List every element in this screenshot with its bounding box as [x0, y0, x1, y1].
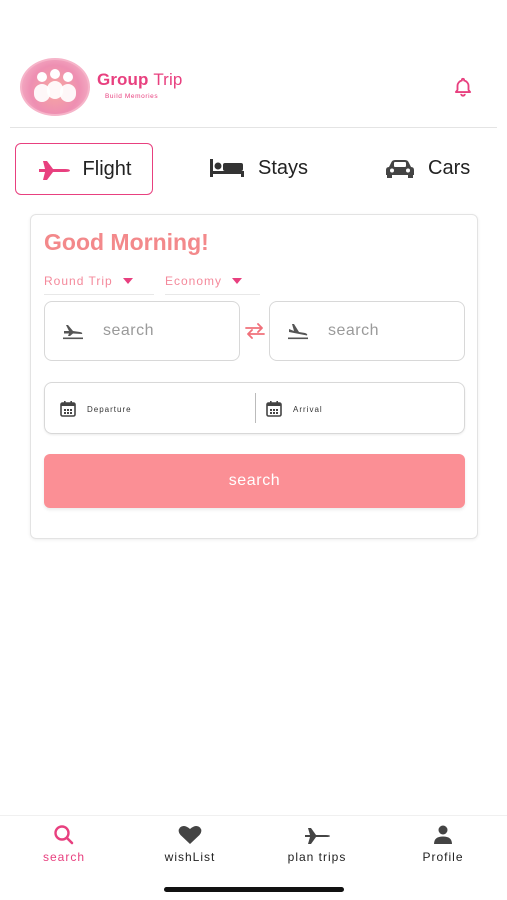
date-range-picker: Departure Arrival	[44, 382, 465, 434]
app-header: Group Trip Build Memories	[0, 0, 507, 128]
calendar-icon	[60, 401, 76, 417]
nav-item-profile[interactable]: Profile	[393, 824, 493, 864]
nav-profile-label: Profile	[422, 850, 464, 864]
tab-cars[interactable]: Cars	[384, 143, 470, 193]
tab-stays-label: Stays	[258, 156, 309, 179]
flight-landing-icon	[288, 324, 308, 340]
nav-item-plan-trips[interactable]: plan trips	[267, 824, 367, 864]
tab-flight-label: Flight	[82, 157, 132, 180]
bed-icon	[210, 159, 244, 177]
flight-search-card: Good Morning! Round Trip Economy search …	[30, 214, 478, 539]
airplane-icon	[38, 161, 70, 180]
nav-search-label: search	[42, 850, 86, 864]
tab-flight[interactable]: Flight	[15, 143, 153, 195]
tab-cars-label: Cars	[428, 156, 471, 179]
brand-title-light: Trip	[153, 70, 183, 89]
origin-input[interactable]: search	[44, 301, 240, 361]
calendar-icon	[266, 401, 282, 417]
departure-label: Departure	[87, 404, 132, 414]
greeting-text: Good Morning!	[44, 229, 209, 255]
brand-name: Group Trip Build Memories	[97, 70, 183, 100]
person-icon	[434, 825, 452, 844]
arrival-date-field[interactable]: Arrival	[265, 383, 460, 435]
logo-icon	[20, 58, 90, 116]
cabin-class-dropdown[interactable]: Economy	[165, 268, 260, 295]
nav-wishlist-label: wishList	[164, 850, 216, 864]
chevron-down-icon	[122, 278, 133, 284]
brand-tagline: Build Memories	[105, 93, 159, 100]
swap-arrows-icon[interactable]	[243, 321, 267, 341]
arrival-label: Arrival	[293, 404, 323, 414]
airplane-icon	[305, 828, 330, 844]
nav-plan-trips-label: plan trips	[287, 850, 347, 864]
notification-bell-icon[interactable]	[452, 76, 474, 98]
brand-title-bold: Group	[97, 70, 149, 89]
trip-type-dropdown[interactable]: Round Trip	[44, 268, 154, 295]
tab-stays[interactable]: Stays	[208, 143, 308, 193]
flight-departure-icon	[63, 325, 83, 340]
chevron-down-icon	[232, 278, 243, 284]
nav-item-wishlist[interactable]: wishList	[140, 824, 240, 864]
header-divider	[10, 127, 497, 128]
search-button[interactable]: search	[44, 454, 465, 508]
home-indicator[interactable]	[164, 887, 344, 892]
departure-date-field[interactable]: Departure	[59, 383, 259, 435]
search-icon	[54, 825, 74, 845]
nav-item-search[interactable]: search	[14, 824, 114, 864]
destination-placeholder: search	[328, 322, 380, 339]
car-icon	[386, 160, 414, 178]
cabin-class-value: Economy	[165, 274, 223, 288]
origin-placeholder: search	[103, 322, 155, 339]
category-tabs: Flight Stays Cars	[0, 143, 507, 195]
trip-type-value: Round Trip	[44, 274, 113, 288]
heart-icon	[178, 826, 202, 844]
bottom-navigation: search wishList plan trips Profile	[0, 815, 507, 876]
destination-input[interactable]: search	[269, 301, 465, 361]
date-divider	[255, 393, 256, 423]
